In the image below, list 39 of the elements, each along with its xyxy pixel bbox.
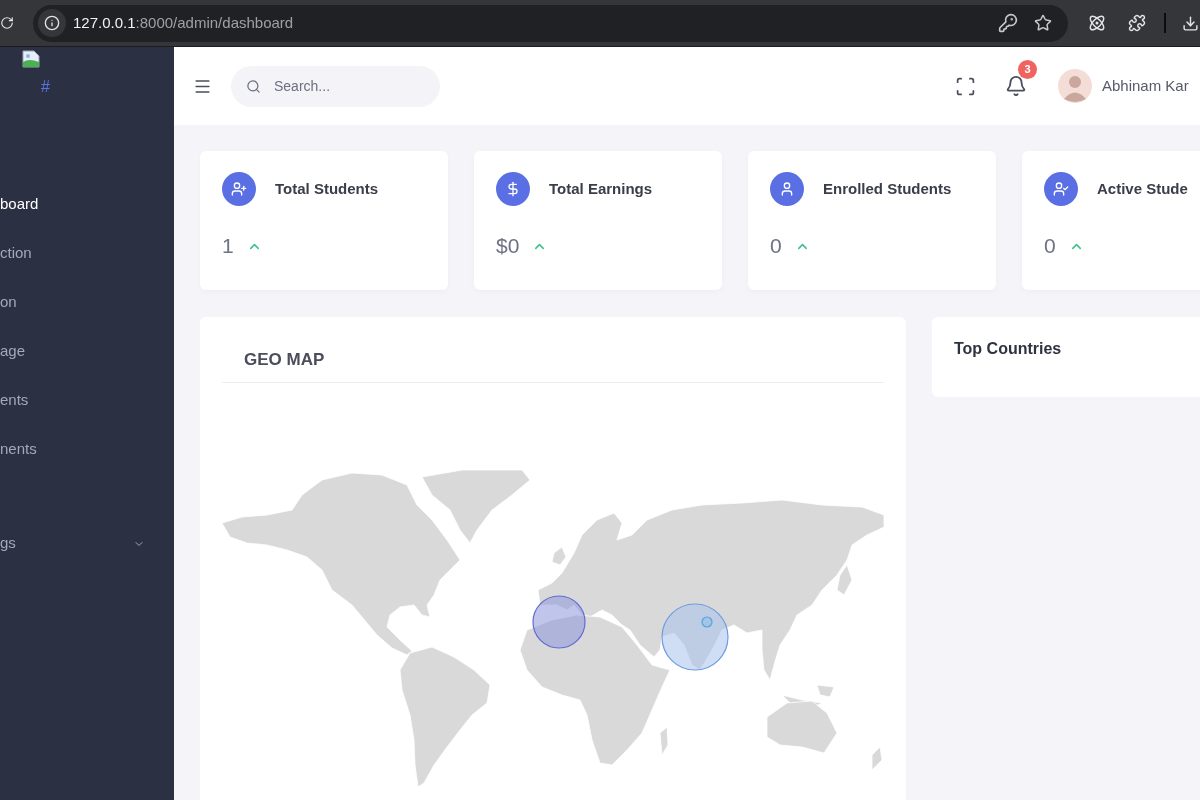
- card-title: Top Countries: [954, 340, 1062, 357]
- sidebar-item[interactable]: board: [0, 180, 174, 229]
- map-bubble-marker: [532, 595, 586, 649]
- notification-badge: 3: [1018, 60, 1037, 79]
- stat-value: 0: [1044, 233, 1056, 259]
- key-icon[interactable]: [998, 13, 1018, 33]
- sidebar-item[interactable]: ents: [0, 376, 174, 425]
- user-name[interactable]: Abhinam Kar: [1102, 74, 1200, 98]
- stat-value: 1: [222, 233, 234, 259]
- reload-icon[interactable]: [0, 16, 14, 30]
- stat-title: Total Students: [275, 178, 379, 199]
- stat-title: Active Stude: [1097, 178, 1188, 199]
- stat-value: 0: [770, 233, 782, 259]
- fullscreen-icon[interactable]: [955, 75, 976, 97]
- atom-icon[interactable]: [1088, 14, 1106, 32]
- sidebar-item[interactable]: ction: [0, 229, 174, 278]
- sidebar-item[interactable]: on: [0, 278, 174, 327]
- stat-title: Enrolled Students: [823, 178, 952, 199]
- user-plus-icon: [222, 172, 256, 206]
- info-icon[interactable]: [38, 9, 66, 37]
- user-check-icon: [1044, 172, 1078, 206]
- user-icon: [770, 172, 804, 206]
- puzzle-icon[interactable]: [1128, 14, 1146, 32]
- sidebar-item[interactable]: gs: [0, 519, 174, 568]
- download-icon[interactable]: [1182, 14, 1199, 32]
- sidebar-item[interactable]: age: [0, 327, 174, 376]
- bell-icon[interactable]: [1005, 75, 1027, 97]
- logo-link[interactable]: #: [41, 77, 50, 97]
- search-icon: [246, 78, 261, 94]
- star-icon[interactable]: [1034, 14, 1052, 32]
- sidebar-item[interactable]: nents: [0, 425, 174, 474]
- stat-value: $0: [496, 233, 520, 259]
- dollar-icon: [496, 172, 530, 206]
- address-bar[interactable]: 127.0.0.1:8000/admin/dashboard: [33, 4, 1068, 42]
- url-text: 127.0.0.1:8000/admin/dashboard: [73, 12, 294, 33]
- stat-title: Total Earnings: [549, 178, 653, 199]
- search-field[interactable]: Search...: [231, 65, 440, 107]
- card-title: GEO MAP: [244, 350, 325, 369]
- broken-image-icon: [22, 50, 40, 68]
